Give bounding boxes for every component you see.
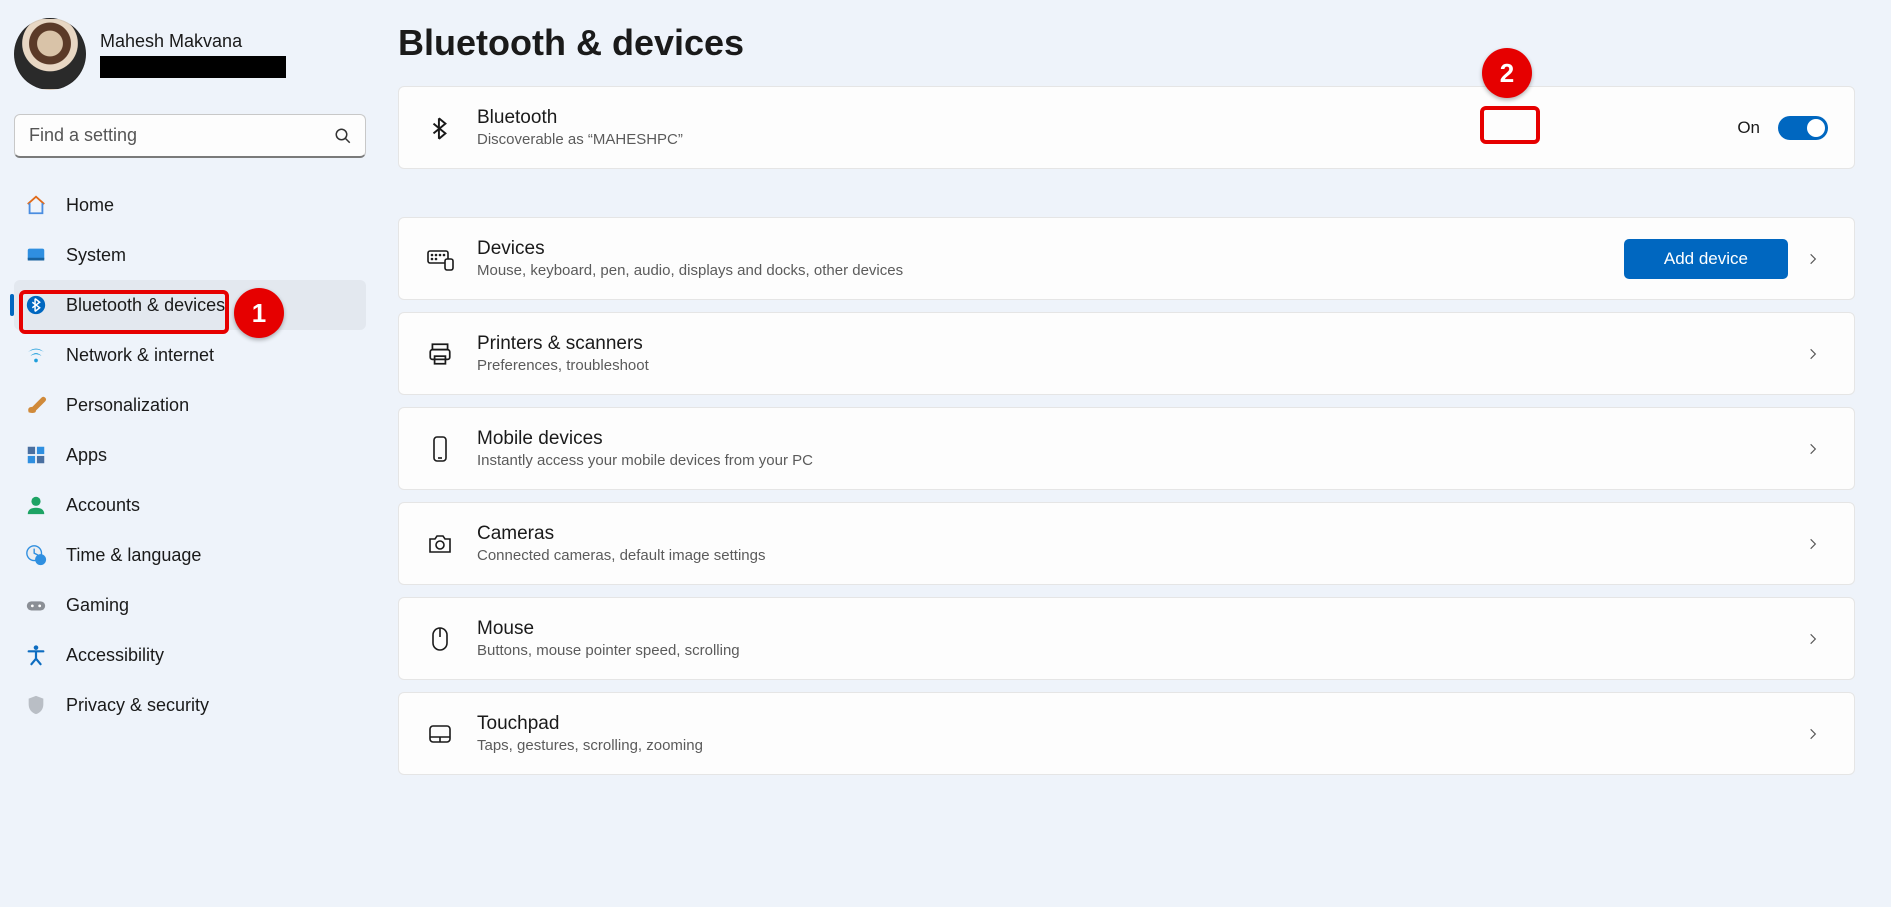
chevron-right-icon xyxy=(1806,347,1828,361)
nav-label: System xyxy=(66,245,126,266)
nav-personalization[interactable]: Personalization xyxy=(14,380,366,430)
cameras-title: Cameras xyxy=(477,523,1784,545)
bluetooth-icon xyxy=(24,293,48,317)
profile-email-redacted xyxy=(100,56,286,78)
profile-name: Mahesh Makvana xyxy=(100,31,286,52)
nav-label: Accounts xyxy=(66,495,140,516)
shield-icon xyxy=(24,693,48,717)
nav-label: Time & language xyxy=(66,545,201,566)
annotation-callout-2: 2 xyxy=(1482,48,1532,98)
bluetooth-actions: On xyxy=(1737,116,1828,140)
touchpad-title: Touchpad xyxy=(477,713,1784,735)
bluetooth-card: Bluetooth Discoverable as “MAHESHPC” On xyxy=(398,86,1855,169)
bluetooth-toggle[interactable] xyxy=(1778,116,1828,140)
avatar[interactable] xyxy=(14,18,86,90)
printers-title: Printers & scanners xyxy=(477,333,1784,355)
devices-title: Devices xyxy=(477,238,1602,260)
devices-text: Devices Mouse, keyboard, pen, audio, dis… xyxy=(477,238,1602,279)
bluetooth-state-label: On xyxy=(1737,118,1760,138)
nav-network[interactable]: Network & internet xyxy=(14,330,366,380)
nav-time-language[interactable]: Time & language xyxy=(14,530,366,580)
nav-accounts[interactable]: Accounts xyxy=(14,480,366,530)
touchpad-icon xyxy=(425,723,455,745)
chevron-right-icon xyxy=(1806,632,1828,646)
chevron-right-icon xyxy=(1806,252,1828,266)
mouse-icon xyxy=(425,625,455,653)
page-title: Bluetooth & devices xyxy=(398,22,1855,64)
annotation-callout-1: 1 xyxy=(234,288,284,338)
brush-icon xyxy=(24,393,48,417)
mouse-sub: Buttons, mouse pointer speed, scrolling xyxy=(477,642,1784,659)
cameras-text: Cameras Connected cameras, default image… xyxy=(477,523,1784,564)
nav-apps[interactable]: Apps xyxy=(14,430,366,480)
printer-icon xyxy=(425,341,455,367)
add-device-button[interactable]: Add device xyxy=(1624,239,1788,279)
nav-gaming[interactable]: Gaming xyxy=(14,580,366,630)
nav-label: Apps xyxy=(66,445,107,466)
search-wrap xyxy=(14,114,366,158)
sidebar: Mahesh Makvana Home System Bluetooth & d xyxy=(0,0,380,907)
bluetooth-title: Bluetooth xyxy=(477,107,1715,129)
touchpad-text: Touchpad Taps, gestures, scrolling, zoom… xyxy=(477,713,1784,754)
profile-text: Mahesh Makvana xyxy=(100,31,286,78)
devices-actions: Add device xyxy=(1624,239,1828,279)
search-input[interactable] xyxy=(14,114,366,158)
touchpad-card[interactable]: Touchpad Taps, gestures, scrolling, zoom… xyxy=(398,692,1855,775)
nav-label: Network & internet xyxy=(66,345,214,366)
search-icon[interactable] xyxy=(334,127,352,145)
nav-label: Bluetooth & devices xyxy=(66,295,225,316)
nav-label: Accessibility xyxy=(66,645,164,666)
touchpad-sub: Taps, gestures, scrolling, zooming xyxy=(477,737,1784,754)
home-icon xyxy=(24,193,48,217)
devices-card[interactable]: Devices Mouse, keyboard, pen, audio, dis… xyxy=(398,217,1855,300)
nav-label: Home xyxy=(66,195,114,216)
cameras-card[interactable]: Cameras Connected cameras, default image… xyxy=(398,502,1855,585)
nav-home[interactable]: Home xyxy=(14,180,366,230)
nav-accessibility[interactable]: Accessibility xyxy=(14,630,366,680)
nav-label: Personalization xyxy=(66,395,189,416)
chevron-right-icon xyxy=(1806,727,1828,741)
nav-privacy[interactable]: Privacy & security xyxy=(14,680,366,730)
wifi-icon xyxy=(24,343,48,367)
clock-globe-icon xyxy=(24,543,48,567)
mouse-title: Mouse xyxy=(477,618,1784,640)
devices-icon xyxy=(425,247,455,271)
cameras-sub: Connected cameras, default image setting… xyxy=(477,547,1784,564)
nav-bluetooth-devices[interactable]: Bluetooth & devices xyxy=(14,280,366,330)
apps-icon xyxy=(24,443,48,467)
mouse-text: Mouse Buttons, mouse pointer speed, scro… xyxy=(477,618,1784,659)
system-icon xyxy=(24,243,48,267)
accessibility-icon xyxy=(24,643,48,667)
mobile-sub: Instantly access your mobile devices fro… xyxy=(477,452,1784,469)
nav-system[interactable]: System xyxy=(14,230,366,280)
nav-label: Privacy & security xyxy=(66,695,209,716)
printers-card[interactable]: Printers & scanners Preferences, trouble… xyxy=(398,312,1855,395)
bluetooth-icon xyxy=(425,115,455,141)
main-content: Bluetooth & devices Bluetooth Discoverab… xyxy=(380,0,1891,907)
phone-icon xyxy=(425,435,455,463)
bluetooth-sub: Discoverable as “MAHESHPC” xyxy=(477,131,1715,148)
printers-sub: Preferences, troubleshoot xyxy=(477,357,1784,374)
bluetooth-text: Bluetooth Discoverable as “MAHESHPC” xyxy=(477,107,1715,148)
mobile-title: Mobile devices xyxy=(477,428,1784,450)
profile-section[interactable]: Mahesh Makvana xyxy=(14,12,366,108)
camera-icon xyxy=(425,532,455,556)
nav-list: Home System Bluetooth & devices Network … xyxy=(14,180,366,730)
person-icon xyxy=(24,493,48,517)
mobile-text: Mobile devices Instantly access your mob… xyxy=(477,428,1784,469)
mouse-card[interactable]: Mouse Buttons, mouse pointer speed, scro… xyxy=(398,597,1855,680)
devices-sub: Mouse, keyboard, pen, audio, displays an… xyxy=(477,262,1602,279)
nav-label: Gaming xyxy=(66,595,129,616)
chevron-right-icon xyxy=(1806,442,1828,456)
gamepad-icon xyxy=(24,593,48,617)
printers-text: Printers & scanners Preferences, trouble… xyxy=(477,333,1784,374)
mobile-devices-card[interactable]: Mobile devices Instantly access your mob… xyxy=(398,407,1855,490)
chevron-right-icon xyxy=(1806,537,1828,551)
